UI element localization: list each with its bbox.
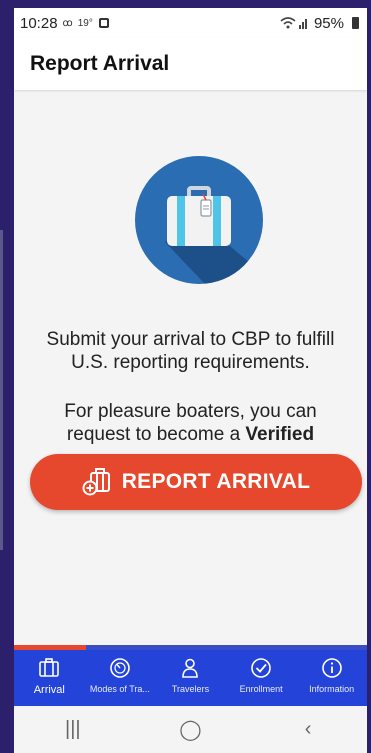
verified-prefix: request to become a (66, 424, 246, 445)
nav-label-enrollment: Enrollment (239, 684, 283, 694)
report-arrival-label: REPORT ARRIVAL (121, 470, 311, 493)
recents-button[interactable]: ||| (43, 718, 103, 741)
frame-edge-line (0, 230, 5, 550)
luggage-icon (39, 658, 60, 677)
arrival-message: Submit your arrival to CBP to fulfill U.… (14, 328, 367, 374)
voicemail-icon: ꝏ (62, 17, 73, 29)
system-navigation-bar: ||| ◯ ‹ (14, 706, 367, 753)
verified-message-line1: For pleasure boaters, you can (64, 401, 317, 422)
battery-percent: 95% (313, 14, 344, 32)
check-circle-icon (251, 658, 271, 678)
status-temperature: 19° (77, 17, 93, 29)
nav-label-arrival: Arrival (33, 684, 65, 696)
report-arrival-button[interactable]: REPORT ARRIVAL (30, 454, 362, 510)
battery-icon (352, 17, 359, 29)
arrival-message-line1: Submit your arrival to CBP to fulfill (46, 329, 335, 350)
gallery-notification-icon (98, 18, 109, 28)
bottom-navigation: Arrival Modes of Tra... Travelers Enroll… (14, 650, 367, 706)
suitcase-hero-icon (135, 156, 263, 284)
nav-item-arrival[interactable]: Arrival (14, 650, 85, 706)
arrival-message-line2: U.S. reporting requirements. (71, 352, 310, 373)
nav-label-modes-of-travel: Modes of Tra... (89, 684, 150, 694)
wifi-signal-icon (280, 17, 307, 29)
back-button[interactable]: ‹ (278, 718, 338, 741)
nav-item-enrollment[interactable]: Enrollment (226, 650, 297, 706)
status-bar: 10:28 ꝏ 19° 95% (14, 8, 367, 38)
home-button[interactable]: ◯ (160, 717, 220, 742)
nav-label-travelers: Travelers (171, 684, 210, 694)
app-bar: Report Arrival (14, 38, 367, 90)
status-time: 10:28 (20, 14, 58, 32)
nav-item-travelers[interactable]: Travelers (155, 650, 226, 706)
add-luggage-icon (82, 468, 110, 496)
verified-message: For pleasure boaters, you can request to… (14, 400, 367, 446)
page-title: Report Arrival (30, 52, 170, 75)
verified-message-line2: request to become a Verified (14, 423, 367, 446)
verified-bold[interactable]: Verified (245, 424, 314, 445)
nav-label-information: Information (309, 684, 355, 694)
device-frame-left (0, 0, 14, 753)
phone-screen: 10:28 ꝏ 19° 95% Report Arrival Submit yo… (14, 8, 367, 753)
dial-icon (110, 658, 130, 678)
nav-item-information[interactable]: Information (296, 650, 367, 706)
info-icon (321, 658, 342, 678)
person-icon (182, 658, 199, 678)
status-right-group: 95% (280, 15, 359, 32)
nav-item-modes-of-travel[interactable]: Modes of Tra... (85, 650, 156, 706)
